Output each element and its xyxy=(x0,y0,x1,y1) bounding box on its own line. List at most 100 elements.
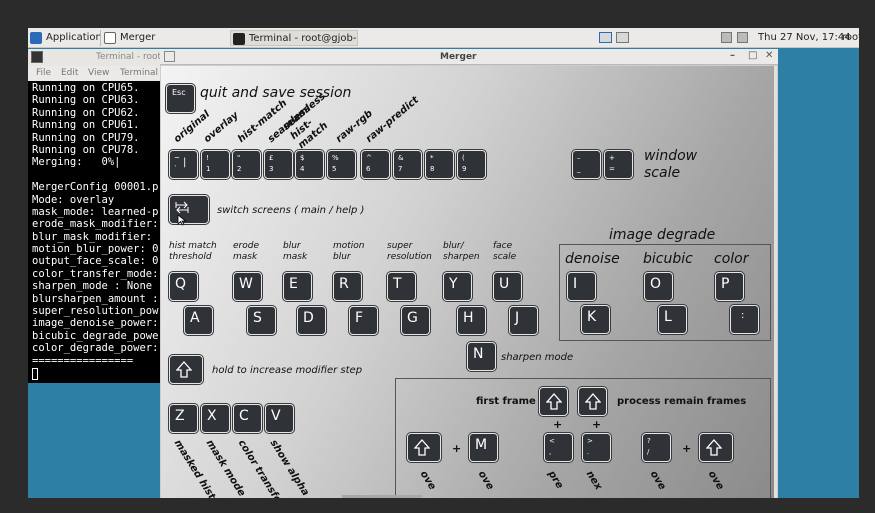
shift-arrow-icon xyxy=(176,361,192,378)
close-icon[interactable]: ✕ xyxy=(765,50,773,61)
image-degrade-title: image degrade xyxy=(609,227,716,243)
taskbar-separator xyxy=(100,30,101,46)
shift-arrow-icon xyxy=(706,439,722,456)
window-scale-label: window scale xyxy=(644,148,698,181)
colon-key: : xyxy=(730,305,759,334)
terminal-icon xyxy=(233,33,245,45)
merger-window[interactable]: Merger – □ ✕ Esc quit and save session o… xyxy=(160,49,778,498)
merger-window-icon xyxy=(104,32,116,44)
terminal-window[interactable]: Terminal - root File Edit View Terminal … xyxy=(28,49,168,383)
number-key-0: ~ ` | xyxy=(169,150,198,179)
key-a: A xyxy=(184,306,213,335)
plus-sign-3: + xyxy=(452,442,462,455)
terminal-line: Running on CPU62. xyxy=(32,106,140,119)
merger-title: Merger xyxy=(440,52,477,62)
terminal-line: Running on CPU63. xyxy=(32,94,140,107)
terminal-line: mask_mode: learned-p xyxy=(32,205,159,218)
number-key-2: " 2 xyxy=(232,150,261,179)
slash-key: ? / xyxy=(642,433,671,462)
tab-key xyxy=(169,195,209,224)
key-f: F xyxy=(349,306,378,335)
number-key-8: * 8 xyxy=(425,150,454,179)
terminal-window-icon xyxy=(31,51,43,63)
process-remain-label: process remain frames xyxy=(617,396,747,407)
key-d: D xyxy=(297,306,326,335)
merger-titlebar[interactable]: Merger – □ ✕ xyxy=(160,49,778,65)
minus-key: – _ xyxy=(572,150,601,179)
applications-label: Applications xyxy=(46,32,100,43)
terminal-line: super_resolution_pow xyxy=(32,305,159,318)
plus-key: + = xyxy=(604,150,633,179)
menu-file[interactable]: File xyxy=(36,68,51,78)
menu-view[interactable]: View xyxy=(88,68,109,78)
key-q: Q xyxy=(169,272,198,301)
terminal-line: Running on CPU78. xyxy=(32,143,140,156)
number-key-6: ^ 6 xyxy=(361,150,390,179)
c-key: C xyxy=(233,404,262,433)
key-g: G xyxy=(401,306,430,335)
number-key-9: (9 xyxy=(457,150,486,179)
maximize-icon[interactable]: □ xyxy=(748,50,757,61)
task-merger[interactable]: Merger xyxy=(102,30,230,46)
key-e: E xyxy=(283,272,312,301)
z-key: Z xyxy=(169,404,198,433)
workspace-1[interactable] xyxy=(599,32,612,43)
task-terminal[interactable]: Terminal - root@gjob-de... xyxy=(230,30,358,46)
clock[interactable]: Thu 27 Nov, 17:44 xyxy=(758,30,851,46)
i-key: I xyxy=(567,272,596,301)
key-r: R xyxy=(333,272,362,301)
degrade-label-color: color xyxy=(714,251,749,267)
modifier-label: hold to increase modifier step xyxy=(212,365,363,376)
tray-icon-1[interactable] xyxy=(721,32,732,43)
desktop: Applications Merger Terminal - root@gjob… xyxy=(28,28,859,498)
user-menu[interactable]: root xyxy=(842,30,859,46)
task-terminal-label: Terminal - root@gjob-de... xyxy=(249,33,357,44)
terminal-cursor xyxy=(32,368,38,380)
period-key: >. xyxy=(582,433,611,462)
window-menu-icon[interactable] xyxy=(164,51,175,62)
col-label-erode: erode mask xyxy=(233,241,259,262)
terminal-line: Running on CPU79. xyxy=(32,131,140,144)
number-key-7: & 7 xyxy=(393,150,422,179)
merger-help-screen: Esc quit and save session original overl… xyxy=(161,66,776,498)
terminal-line: Running on CPU61. xyxy=(32,119,140,132)
merger-hscroll-thumb[interactable] xyxy=(342,495,422,498)
terminal-line: ================ xyxy=(32,354,134,367)
shift-arrow-icon xyxy=(414,439,430,456)
col-label-super-res: super resolution xyxy=(387,241,432,262)
p-key: P xyxy=(715,272,744,301)
terminal-line: bicubic_degrade_powe xyxy=(32,329,159,342)
col-label-face-scale: face scale xyxy=(493,241,517,262)
task-merger-label: Merger xyxy=(120,32,156,43)
menu-edit[interactable]: Edit xyxy=(61,68,78,78)
minimize-icon[interactable]: – xyxy=(730,50,735,61)
terminal-line: Merging: 0%| xyxy=(32,156,121,169)
key-t: T xyxy=(387,272,416,301)
menu-terminal[interactable]: Terminal xyxy=(120,68,158,78)
tray-icon-2[interactable] xyxy=(737,32,748,43)
terminal-output[interactable]: Running on CPU65. Running on CPU63. Runnin… xyxy=(32,82,168,367)
mode-label-raw-predict: raw-predict xyxy=(363,94,421,145)
terminal-line: motion_blur_power: 0 xyxy=(32,243,159,256)
col-label-hist-match: hist match threshold xyxy=(169,241,217,262)
first-frame-label: first frame xyxy=(476,396,536,407)
key-y: Y xyxy=(443,272,472,301)
terminal-titlebar[interactable]: Terminal - root xyxy=(28,49,168,66)
applications-icon xyxy=(30,32,42,44)
nav-shift-key-2 xyxy=(699,433,733,462)
shift-arrow-icon xyxy=(585,393,601,410)
shift-key xyxy=(169,355,203,384)
applications-menu[interactable]: Applications xyxy=(28,30,100,46)
terminal-line: MergerConfig 00001.p xyxy=(32,181,159,194)
workspace-2[interactable] xyxy=(616,32,629,43)
terminal-menubar: File Edit View Terminal xyxy=(28,66,168,81)
key-s: S xyxy=(247,306,276,335)
terminal-line: blursharpen_amount : xyxy=(32,292,159,305)
terminal-line: color_transfer_mode: xyxy=(32,267,159,280)
sharpen-mode-label: sharpen mode xyxy=(501,352,574,363)
switch-screens-label: switch screens ( main / help ) xyxy=(217,205,365,216)
taskbar: Applications Merger Terminal - root@gjob… xyxy=(28,28,859,48)
merger-scrollbar[interactable] xyxy=(774,66,777,498)
plus-sign-1: + xyxy=(553,418,563,431)
n-key: N xyxy=(467,342,496,371)
